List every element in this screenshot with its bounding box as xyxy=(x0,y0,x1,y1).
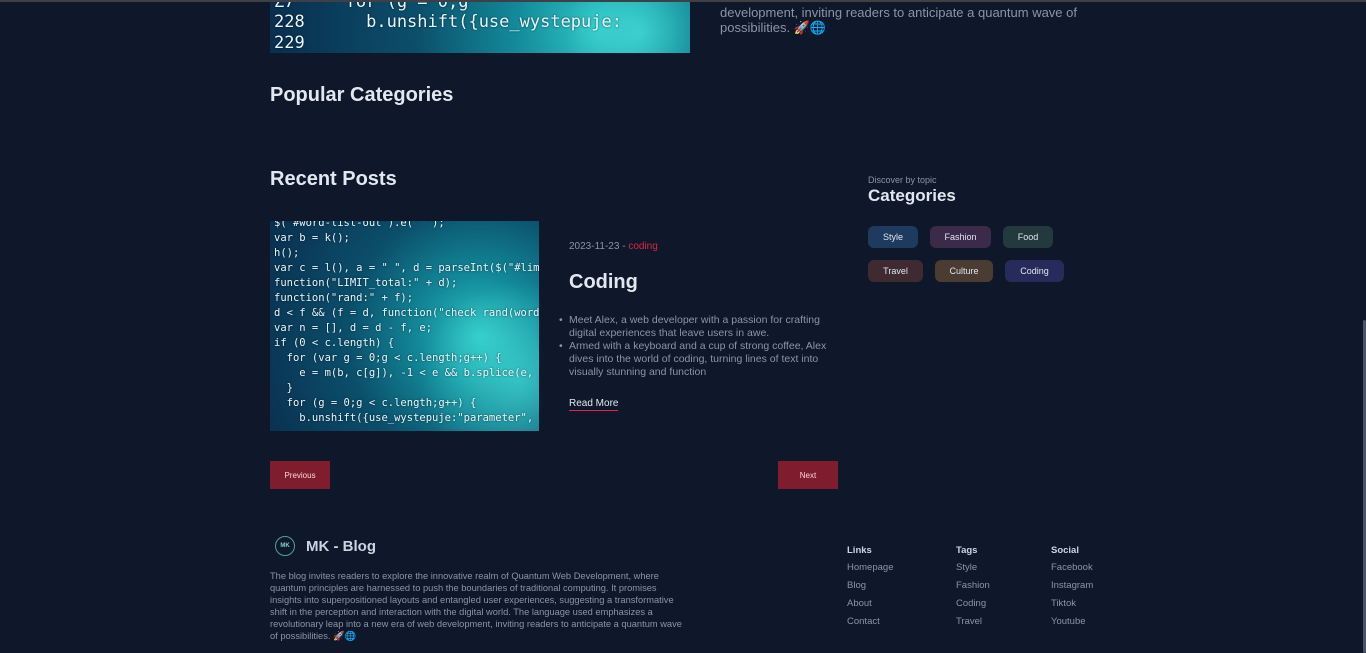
category-chip-food[interactable]: Food xyxy=(1003,226,1053,248)
brand-name[interactable]: MK - Blog xyxy=(306,538,376,555)
top-post-image[interactable]: Z7 for (g = 0;g 228 b.unshift({use_wyste… xyxy=(270,2,690,53)
footer-tag-travel[interactable]: Travel xyxy=(956,616,990,628)
recent-post-code-text: $("#word-list-out").e(" "); var b = k();… xyxy=(274,221,539,424)
footer-tag-style[interactable]: Style xyxy=(956,562,990,574)
post-description-bullet: Meet Alex, a web developer with a passio… xyxy=(559,314,834,340)
footer-social-column: Social Facebook Instagram Tiktok Youtube xyxy=(1051,545,1093,634)
footer-social-instagram[interactable]: Instagram xyxy=(1051,580,1093,592)
category-chip-fashion[interactable]: Fashion xyxy=(930,226,991,248)
footer-social-youtube[interactable]: Youtube xyxy=(1051,616,1093,628)
top-post-description: development, inviting readers to anticip… xyxy=(720,5,1077,35)
category-chip-style[interactable]: Style xyxy=(868,226,918,248)
categories-subtitle: Discover by topic xyxy=(868,175,937,185)
popular-categories-title: Popular Categories xyxy=(270,84,454,106)
footer-social-facebook[interactable]: Facebook xyxy=(1051,562,1093,574)
footer-links-column: Links Homepage Blog About Contact xyxy=(847,545,893,634)
footer-link-about[interactable]: About xyxy=(847,598,893,610)
category-chip-travel[interactable]: Travel xyxy=(868,260,923,282)
recent-posts-title: Recent Posts xyxy=(270,168,397,190)
post-category-link[interactable]: coding xyxy=(628,241,657,252)
post-meta-separator: - xyxy=(619,241,629,252)
footer-link-contact[interactable]: Contact xyxy=(847,616,893,628)
next-button[interactable]: Next xyxy=(778,461,838,489)
categories-title: Categories xyxy=(868,186,956,205)
post-description: Meet Alex, a web developer with a passio… xyxy=(559,314,834,379)
top-post-code-text: Z7 for (g = 0;g 228 b.unshift({use_wyste… xyxy=(274,2,622,53)
footer-column-title: Tags xyxy=(956,545,978,556)
previous-button[interactable]: Previous xyxy=(270,461,330,489)
post-title[interactable]: Coding xyxy=(569,271,638,294)
brand-logo[interactable]: MK xyxy=(275,536,295,556)
category-chip-culture[interactable]: Culture xyxy=(935,260,993,282)
read-more-link[interactable]: Read More xyxy=(569,398,619,411)
category-chip-coding[interactable]: Coding xyxy=(1005,260,1064,282)
post-date: 2023-11-23 xyxy=(569,241,620,252)
footer-tag-coding[interactable]: Coding xyxy=(956,598,990,610)
footer-tag-fashion[interactable]: Fashion xyxy=(956,580,990,592)
footer-link-homepage[interactable]: Homepage xyxy=(847,562,893,574)
post-description-bullet: Armed with a keyboard and a cup of stron… xyxy=(559,340,834,379)
footer-social-tiktok[interactable]: Tiktok xyxy=(1051,598,1093,610)
footer-column-title: Social xyxy=(1051,545,1079,556)
footer-description: The blog invites readers to explore the … xyxy=(270,571,682,641)
recent-post-image[interactable]: $("#word-list-out").e(" "); var b = k();… xyxy=(270,221,539,431)
post-meta: 2023-11-23 - coding xyxy=(569,241,658,252)
footer-tags-column: Tags Style Fashion Coding Travel xyxy=(956,545,990,634)
footer-column-title: Links xyxy=(847,545,872,556)
footer-link-blog[interactable]: Blog xyxy=(847,580,893,592)
